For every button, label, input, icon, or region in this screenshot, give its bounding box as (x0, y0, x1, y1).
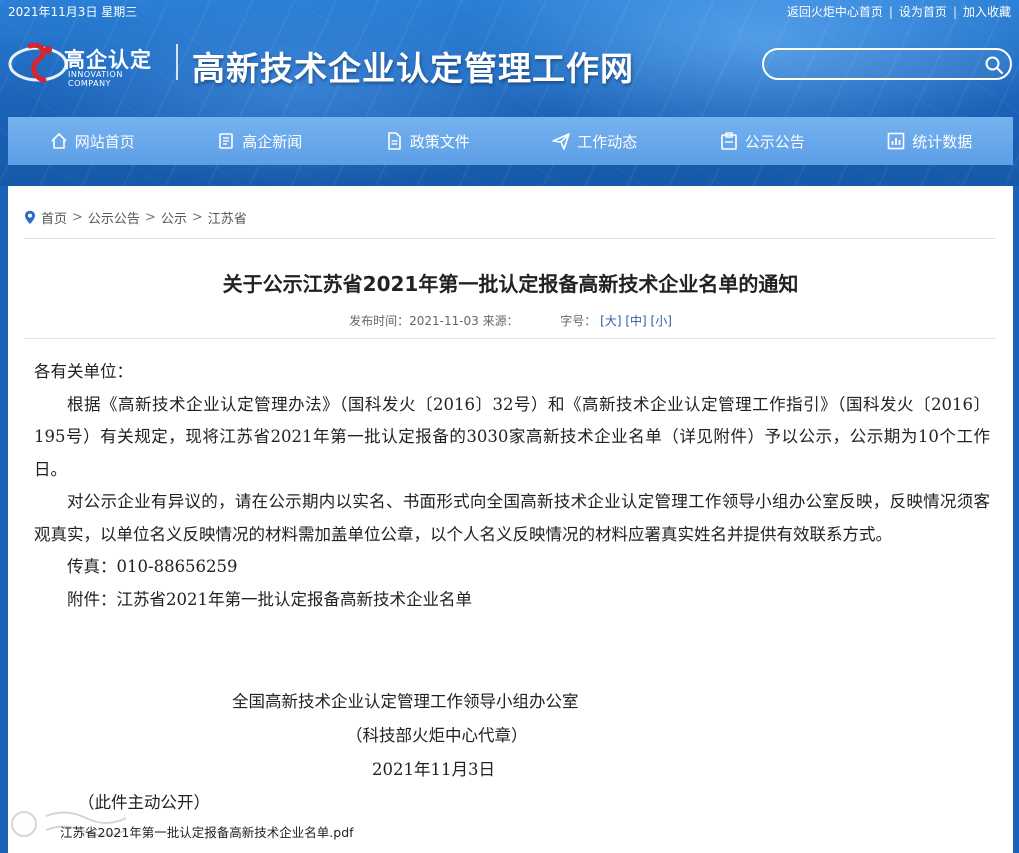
breadcrumb-separator: > (144, 210, 156, 225)
fax-line: 传真：010-88656259 (67, 557, 238, 576)
breadcrumb-separator: > (191, 210, 203, 225)
location-pin-icon (25, 210, 35, 224)
nav-label: 公示公告 (744, 132, 805, 151)
site-title: 高新技术企业认定管理工作网 (192, 49, 634, 88)
salutation: 各有关单位： (34, 362, 133, 381)
search-box (762, 48, 1012, 80)
font-size-large[interactable]: [大] (600, 314, 621, 328)
breadcrumb-public-notice[interactable]: 公示 (161, 208, 187, 227)
clipboard-icon (720, 132, 737, 150)
article-title: 关于公示江苏省2021年第一批认定报备高新技术企业名单的通知 (222, 272, 799, 296)
font-size-medium[interactable]: [中] (625, 314, 646, 328)
nav-label: 高企新闻 (242, 132, 303, 151)
news-icon (219, 133, 234, 149)
content-panel: 首页 > 公示公告 > 公示 > 江苏省 关于公示江苏省2021年第一批认定报备… (8, 186, 1013, 853)
attachment-line: 附件：江苏省2021年第一批认定报备高新技术企业名单 (67, 589, 472, 609)
nav-label: 工作动态 (577, 132, 638, 151)
nav-announcements[interactable]: 公示公告 (678, 117, 846, 165)
add-favorite-link[interactable]: 加入收藏 (963, 0, 1011, 24)
nav-label: 网站首页 (74, 132, 135, 151)
font-size-label: 字号： (560, 314, 597, 328)
paragraph: 对公示企业有异议的，请在公示期内以实名、书面形式向全国高新技术企业认定管理工作领… (34, 492, 990, 544)
nav-work-updates[interactable]: 工作动态 (511, 117, 679, 165)
breadcrumb-announcements[interactable]: 公示公告 (88, 208, 140, 227)
chart-icon (887, 132, 905, 150)
site-logo[interactable]: 高企认定 INNOVATION COMPANY (8, 38, 168, 88)
send-icon (552, 133, 571, 150)
breadcrumb-separator: > (72, 210, 83, 225)
article-meta: 发布时间：2021-11-03 来源： 字号： [大] [中] [小] (8, 312, 1013, 329)
signature-org: 全国高新技术企业认定管理工作领导小组办公室 (232, 692, 579, 711)
article-body: 各有关单位： 根据《高新技术企业认定管理办法》（国科发火〔2016〕32号）和《… (34, 356, 990, 616)
search-icon[interactable] (984, 55, 1004, 75)
divider (24, 338, 996, 339)
paragraph: 根据《高新技术企业认定管理办法》（国科发火〔2016〕32号）和《高新技术企业认… (34, 394, 990, 479)
top-links: 返回火炬中心首页 | 设为首页 | 加入收藏 (787, 0, 1011, 24)
top-bar: 2021年11月3日 星期三 返回火炬中心首页 | 设为首页 | 加入收藏 (0, 0, 1019, 24)
signature-sub: （科技部火炬中心代章） (346, 726, 528, 745)
separator: | (952, 5, 957, 19)
separator: | (888, 5, 893, 19)
attachment-file-link[interactable]: 江苏省2021年第一批认定报备高新技术企业名单.pdf (60, 822, 354, 841)
breadcrumb: 首页 > 公示公告 > 公示 > 江苏省 (24, 208, 247, 227)
set-homepage-link[interactable]: 设为首页 (899, 0, 947, 24)
back-to-torch-home-link[interactable]: 返回火炬中心首页 (787, 0, 883, 24)
breadcrumb-jiangsu[interactable]: 江苏省 (208, 208, 247, 227)
nav-label: 统计数据 (912, 132, 973, 151)
header-banner: 2021年11月3日 星期三 返回火炬中心首页 | 设为首页 | 加入收藏 高企… (0, 0, 1019, 186)
nav-statistics[interactable]: 统计数据 (846, 117, 1014, 165)
logo-subtitle: INNOVATION COMPANY (68, 70, 123, 88)
breadcrumb-home[interactable]: 首页 (41, 208, 67, 227)
search-input[interactable] (776, 54, 980, 76)
nav-news[interactable]: 高企新闻 (176, 117, 344, 165)
logo-emblem-icon (8, 42, 68, 83)
font-size-small[interactable]: [小] (651, 314, 672, 328)
current-date: 2021年11月3日 星期三 (8, 5, 138, 19)
document-icon (387, 132, 401, 150)
publish-info: 发布时间：2021-11-03 来源： (349, 314, 519, 328)
divider (24, 238, 996, 239)
logo-divider (176, 44, 178, 80)
signature-date: 2021年11月3日 (372, 760, 495, 779)
nav-label: 政策文件 (409, 132, 470, 151)
home-icon (51, 133, 67, 149)
nav-policy[interactable]: 政策文件 (343, 117, 511, 165)
nav-home[interactable]: 网站首页 (8, 117, 176, 165)
main-nav: 网站首页 高企新闻 政策文件 工作动态 公示公告 统计数据 (8, 117, 1013, 165)
